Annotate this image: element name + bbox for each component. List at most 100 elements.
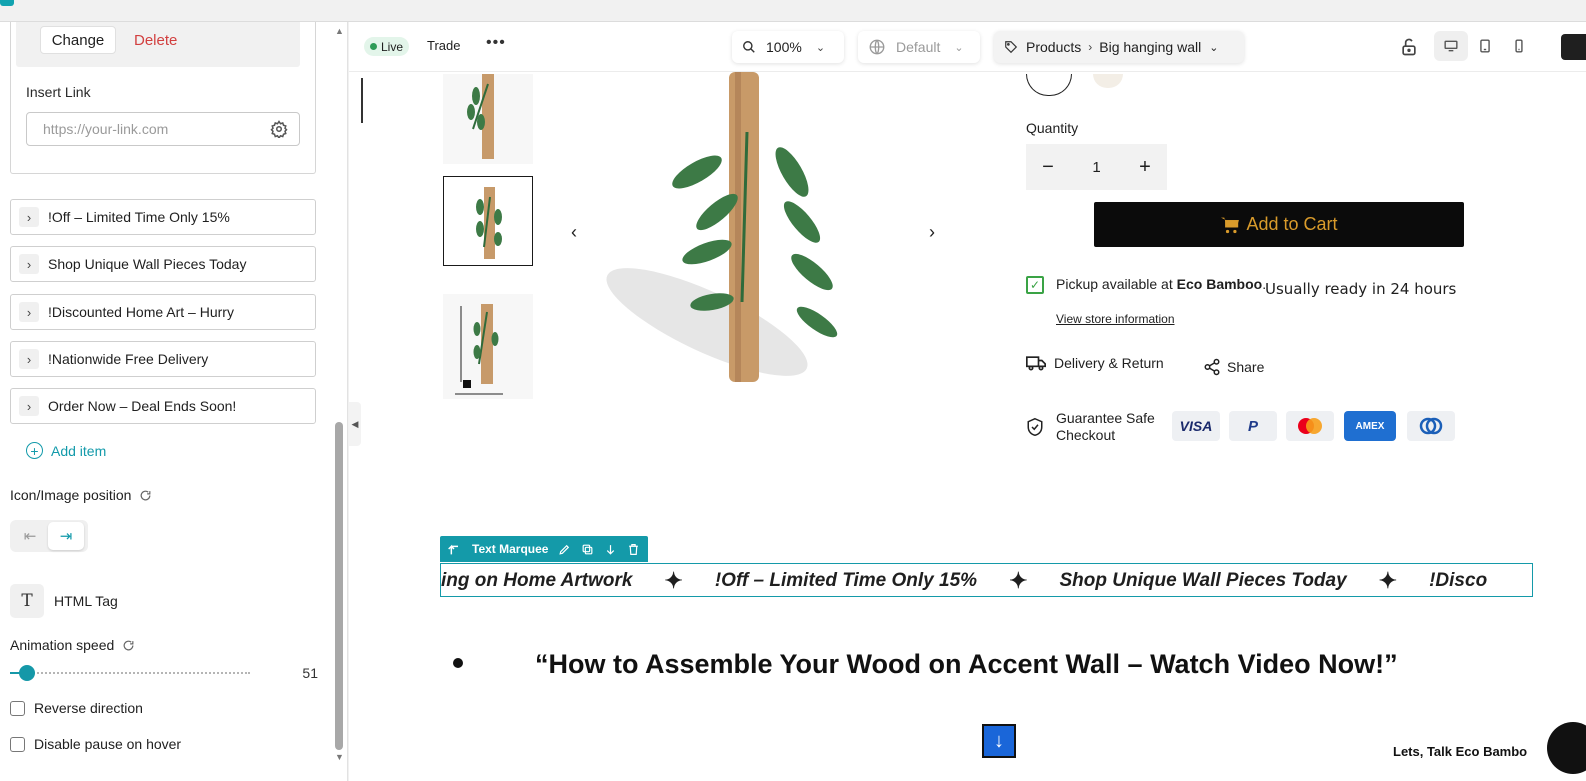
- cart-icon: [1221, 217, 1240, 233]
- edit-icon[interactable]: [558, 543, 571, 556]
- trash-icon[interactable]: [627, 543, 640, 556]
- desktop-icon[interactable]: [1434, 31, 1468, 61]
- mastercard-icon: [1286, 411, 1334, 441]
- ready-text: Usually ready in 24 hours: [1265, 280, 1457, 298]
- sparkle-icon: ✦: [1378, 568, 1398, 593]
- plus-circle-icon: +: [26, 442, 43, 459]
- scroll-thumb[interactable]: [335, 422, 343, 750]
- trade-label[interactable]: Trade: [427, 38, 460, 53]
- chat-bubble-icon[interactable]: [1547, 722, 1586, 774]
- tag-icon: [1005, 41, 1018, 54]
- breadcrumb-page[interactable]: Big hanging wall: [1099, 39, 1201, 55]
- add-item-button[interactable]: + Add item: [26, 442, 106, 459]
- position-left-icon[interactable]: ⇤: [12, 522, 48, 550]
- paypal-icon: P: [1229, 411, 1277, 441]
- gallery-thumbnail[interactable]: [443, 294, 533, 399]
- sparkle-icon: ✦: [1009, 568, 1028, 593]
- reverse-direction-checkbox[interactable]: Reverse direction: [10, 700, 143, 716]
- bullet-icon: [453, 658, 463, 668]
- variant-swatch[interactable]: [1026, 74, 1072, 96]
- checkbox-box[interactable]: [10, 736, 25, 752]
- move-down-icon[interactable]: [604, 543, 617, 556]
- delivery-return-button[interactable]: Delivery & Return: [1026, 355, 1164, 371]
- variant-swatch[interactable]: [1093, 74, 1123, 88]
- chevron-down-icon: ⌄: [954, 41, 964, 54]
- delivery-label: Delivery & Return: [1054, 355, 1164, 371]
- quantity-value[interactable]: 1: [1092, 159, 1100, 176]
- chat-label[interactable]: Lets, Talk Eco Bambo: [1393, 744, 1527, 759]
- checkbox-box[interactable]: [10, 700, 25, 716]
- html-tag-label: HTML Tag: [54, 593, 118, 609]
- zoom-select[interactable]: 100% ⌄: [732, 31, 844, 63]
- scroll-up-icon[interactable]: ▲: [335, 26, 344, 36]
- pickup-text: Pickup available at Eco Bamboo.: [1056, 276, 1266, 292]
- speed-slider-track[interactable]: [14, 672, 250, 674]
- marquee-text: !Disco: [1429, 570, 1488, 591]
- visa-icon: VISA: [1172, 411, 1220, 441]
- animation-speed-heading: Animation speed: [10, 637, 135, 653]
- accordion-item-label: Order Now – Deal Ends Soon!: [48, 398, 237, 414]
- quantity-stepper: − 1 +: [1026, 144, 1167, 190]
- share-button[interactable]: Share: [1203, 358, 1264, 376]
- panel-scrollbar[interactable]: ▲ ▼: [334, 22, 344, 781]
- chevron-left-icon[interactable]: ‹: [571, 222, 577, 243]
- scroll-down-icon[interactable]: ▼: [335, 752, 344, 762]
- arrow-down-icon[interactable]: ↓: [982, 724, 1016, 758]
- breadcrumb-root[interactable]: Products: [1026, 39, 1081, 55]
- accordion-item[interactable]: › Shop Unique Wall Pieces Today: [10, 246, 316, 282]
- add-item-label: Add item: [51, 442, 107, 459]
- plus-icon[interactable]: +: [1135, 156, 1155, 179]
- position-right-icon[interactable]: ⇥: [48, 522, 84, 550]
- duplicate-icon[interactable]: [581, 543, 594, 556]
- unlock-icon[interactable]: [1399, 37, 1419, 57]
- shield-check-icon: [1027, 417, 1043, 437]
- chevron-down-icon: ⌄: [1209, 41, 1219, 54]
- accordion-item[interactable]: › !Discounted Home Art – Hurry: [10, 294, 316, 330]
- accordion-item[interactable]: › !Off – Limited Time Only 15%: [10, 199, 316, 235]
- locale-select[interactable]: Default ⌄: [858, 31, 980, 63]
- share-label: Share: [1227, 359, 1265, 375]
- collapse-panel-icon[interactable]: ◀: [349, 402, 361, 446]
- change-image-button[interactable]: Change: [40, 26, 116, 54]
- chevron-right-icon: ›: [1088, 40, 1093, 54]
- chevron-right-icon[interactable]: ›: [19, 254, 39, 274]
- animation-speed-label: Animation speed: [10, 637, 115, 653]
- speed-slider-thumb[interactable]: [19, 665, 35, 681]
- delete-image-button[interactable]: Delete: [134, 26, 177, 54]
- product-main-image[interactable]: [547, 72, 967, 417]
- disable-pause-checkbox[interactable]: Disable pause on hover: [10, 736, 181, 752]
- add-to-cart-button[interactable]: Add to Cart: [1094, 202, 1464, 247]
- html-tag-setting[interactable]: T HTML Tag: [10, 584, 118, 618]
- publish-button-edge[interactable]: [1561, 34, 1586, 60]
- view-store-link[interactable]: View store information: [1056, 312, 1175, 326]
- text-marquee[interactable]: ing on Home Artwork ✦ !Off – Limited Tim…: [440, 563, 1533, 597]
- breadcrumb[interactable]: Products › Big hanging wall ⌄: [994, 31, 1244, 63]
- accordion-item-label: !Off – Limited Time Only 15%: [48, 209, 230, 225]
- minus-icon[interactable]: −: [1038, 156, 1058, 179]
- chevron-down-icon: ⌄: [815, 41, 826, 54]
- mobile-icon[interactable]: [1502, 31, 1536, 61]
- more-icon[interactable]: •••: [486, 34, 506, 52]
- search-icon: [743, 41, 755, 53]
- speed-value: 51: [302, 665, 318, 681]
- accordion-item[interactable]: › !Nationwide Free Delivery: [10, 341, 316, 377]
- gallery-thumbnail-selected[interactable]: [443, 176, 533, 266]
- app-logo-icon: [0, 0, 14, 6]
- parent-select-icon[interactable]: [446, 541, 462, 557]
- accordion-item[interactable]: › Order Now – Deal Ends Soon!: [10, 388, 316, 424]
- chevron-right-icon[interactable]: ›: [19, 302, 39, 322]
- diners-icon: [1407, 411, 1455, 441]
- chevron-right-icon[interactable]: ›: [19, 349, 39, 369]
- chevron-right-icon[interactable]: ›: [19, 396, 39, 416]
- chevron-right-icon[interactable]: ›: [929, 222, 935, 243]
- gear-icon[interactable]: [270, 120, 288, 138]
- tablet-icon[interactable]: [1468, 31, 1502, 61]
- gallery-thumbnail[interactable]: [443, 74, 533, 164]
- reset-icon[interactable]: [122, 639, 135, 652]
- marquee-text: Shop Unique Wall Pieces Today: [1059, 570, 1347, 591]
- preview-canvas: Live Trade ••• 100% ⌄ Default ⌄ Products…: [349, 22, 1586, 781]
- reset-icon[interactable]: [139, 489, 152, 502]
- truck-icon: [1026, 356, 1046, 371]
- link-input[interactable]: [26, 112, 300, 146]
- chevron-right-icon[interactable]: ›: [19, 207, 39, 227]
